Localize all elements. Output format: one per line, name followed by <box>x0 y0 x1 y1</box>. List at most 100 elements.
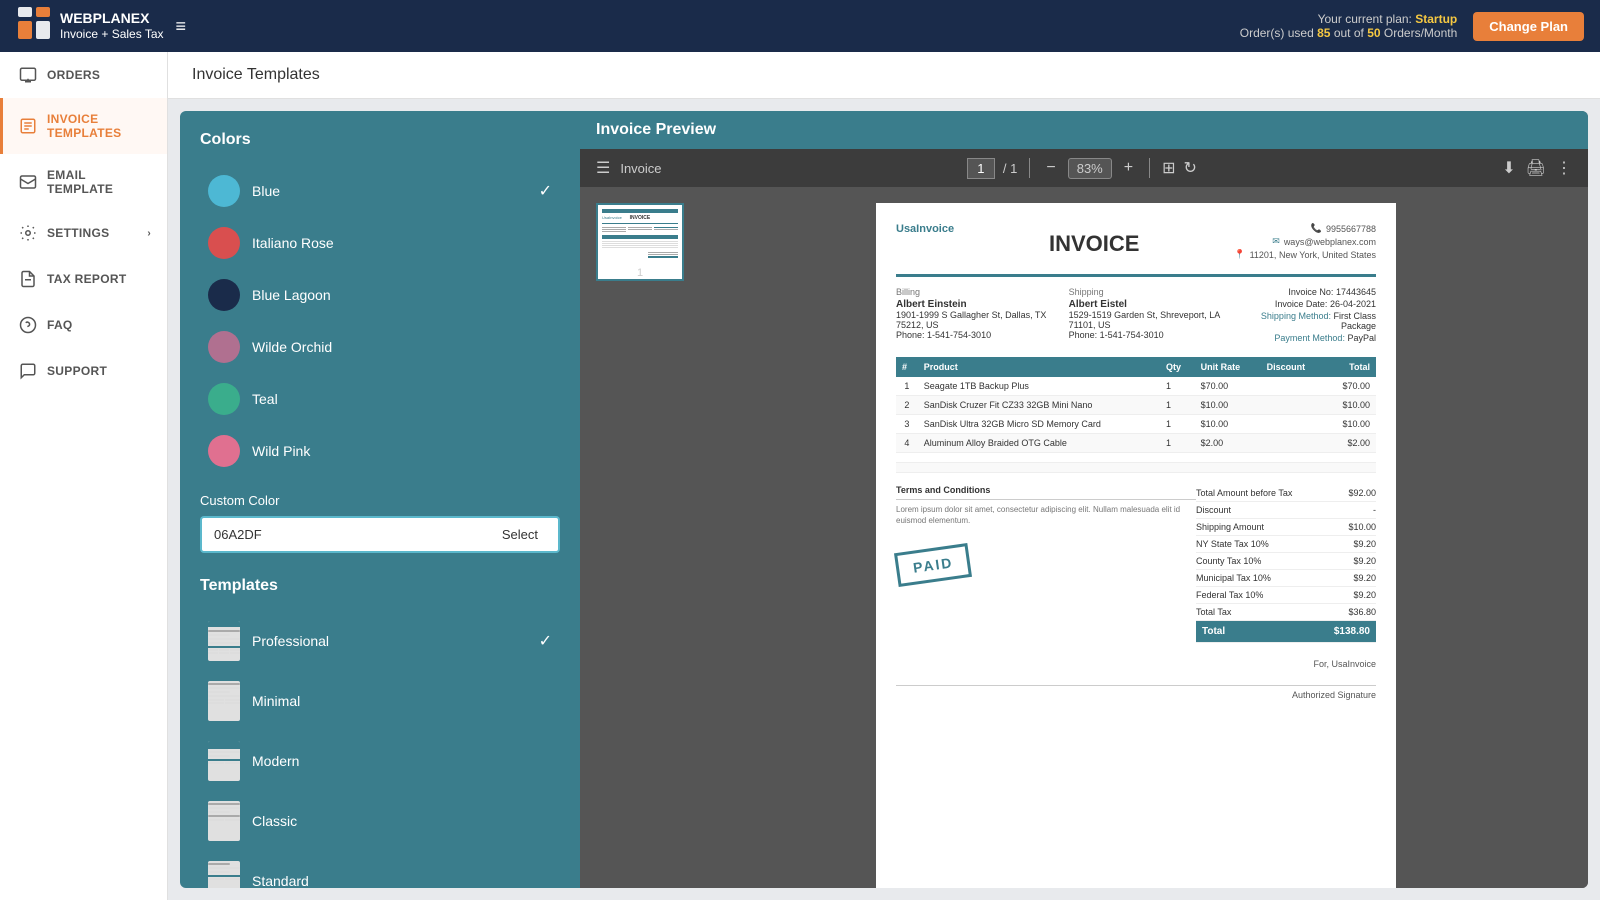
sidebar-item-invoice-templates[interactable]: INVOICE TEMPLATES <box>0 98 167 154</box>
cell-product-4: Aluminum Alloy Braided OTG Cable <box>918 434 1160 453</box>
inner-content: Colors Blue ✓ Italiano Rose Blue Lagoon <box>168 99 1600 900</box>
custom-color-input-row: Select <box>200 516 560 553</box>
template-item-modern[interactable]: Modern <box>200 731 560 791</box>
custom-color-label: Custom Color <box>200 493 560 508</box>
template-thumb-professional <box>208 621 240 661</box>
template-item-minimal[interactable]: Minimal <box>200 671 560 731</box>
invoice-page: UsaInvoice INVOICE 📞 9955667788 ✉ <box>876 203 1396 888</box>
total-row-county: County Tax 10%$9.20 <box>1196 553 1376 570</box>
color-label-wild-pink: Wild Pink <box>252 443 552 459</box>
preview-title: Invoice Preview <box>596 121 716 138</box>
sidebar-item-tax-report[interactable]: TAX REPORT <box>0 256 167 302</box>
sidebar-item-tax-report-label: TAX REPORT <box>47 272 126 286</box>
orders-info: Order(s) used 85 out of 50 Orders/Month <box>1240 26 1458 40</box>
settings-arrow-icon: › <box>147 228 151 239</box>
inv-billing: Billing Albert Einstein 1901-1999 S Gall… <box>896 287 1376 345</box>
inv-contact: 📞 9955667788 ✉ ways@webplanex.com 📍 <box>1234 223 1376 262</box>
preview-header: Invoice Preview <box>580 111 1588 149</box>
billing-label: Billing <box>896 287 1069 297</box>
pdf-zoom: 83% <box>1068 158 1112 179</box>
template-thumb-modern <box>208 741 240 781</box>
sidebar-item-settings[interactable]: SETTINGS › <box>0 210 167 256</box>
template-thumb-standard <box>208 861 240 888</box>
zoom-out-button[interactable]: − <box>1042 157 1059 179</box>
content: Invoice Templates Colors Blue ✓ Italiano… <box>168 52 1600 900</box>
print-icon[interactable]: 🖨 <box>1526 158 1546 178</box>
inv-no-row: Invoice No: 17443645 <box>1241 287 1376 297</box>
zoom-in-button[interactable]: + <box>1120 157 1137 179</box>
color-label-wilde-orchid: Wilde Orchid <box>252 339 552 355</box>
sidebar-item-faq[interactable]: FAQ <box>0 302 167 348</box>
color-swatch-blue <box>208 175 240 207</box>
template-item-professional[interactable]: Professional ✓ <box>200 611 560 671</box>
shipping-name: Albert Eistel <box>1069 299 1242 310</box>
sidebar-item-orders[interactable]: ORDERS <box>0 52 167 98</box>
sidebar-item-settings-label: SETTINGS <box>47 226 109 240</box>
table-row-empty <box>896 453 1376 463</box>
hamburger-icon[interactable]: ≡ <box>176 16 187 37</box>
main-layout: ORDERS INVOICE TEMPLATES EMAIL TEMPLATE … <box>0 52 1600 900</box>
color-swatch-wilde-orchid <box>208 331 240 363</box>
select-color-button[interactable]: Select <box>482 516 560 553</box>
template-label-classic: Classic <box>252 813 552 829</box>
color-item-wild-pink[interactable]: Wild Pink <box>200 425 560 477</box>
cell-total-1: $70.00 <box>1325 377 1376 396</box>
table-row-empty2 <box>896 463 1376 473</box>
pdf-page-separator: / 1 <box>1003 161 1017 176</box>
sidebar-item-invoice-templates-label: INVOICE TEMPLATES <box>47 112 151 140</box>
header-right: Your current plan: Startup Order(s) used… <box>1240 12 1584 41</box>
cell-product-2: SanDisk Cruzer Fit CZ33 32GB Mini Nano <box>918 396 1160 415</box>
color-item-blue[interactable]: Blue ✓ <box>200 165 560 217</box>
logo-text: WEBPLANEX Invoice + Sales Tax <box>60 9 164 43</box>
logo: WEBPLANEX Invoice + Sales Tax <box>16 5 164 47</box>
pdf-page-input[interactable] <box>967 158 995 179</box>
template-thumb-minimal <box>208 681 240 721</box>
sidebar: ORDERS INVOICE TEMPLATES EMAIL TEMPLATE … <box>0 52 168 900</box>
color-item-teal[interactable]: Teal <box>200 373 560 425</box>
table-row: 3 SanDisk Ultra 32GB Micro SD Memory Car… <box>896 415 1376 434</box>
cell-discount-4 <box>1261 434 1326 453</box>
inv-phone: 📞 9955667788 <box>1234 223 1376 234</box>
shipping-address: 1529-1519 Garden St, Shreveport, LA 7110… <box>1069 310 1242 330</box>
custom-color-input[interactable] <box>200 516 482 553</box>
fit-page-icon[interactable]: ⊞ <box>1162 158 1175 178</box>
color-swatch-blue-lagoon <box>208 279 240 311</box>
page-header: Invoice Templates <box>168 52 1600 99</box>
inv-date-row: Invoice Date: 26-04-2021 <box>1241 299 1376 309</box>
billing-address: 1901-1999 S Gallagher St, Dallas, TX 752… <box>896 310 1069 330</box>
menu-icon[interactable]: ☰ <box>596 158 610 178</box>
sidebar-item-support[interactable]: SUPPORT <box>0 348 167 394</box>
sidebar-item-email-template[interactable]: EMAIL TEMPLATE <box>0 154 167 210</box>
pdf-thumbnail-1[interactable]: UsaInvoice INVOICE <box>596 203 684 281</box>
total-row-tax: Total Tax$36.80 <box>1196 604 1376 621</box>
total-row-shipping: Shipping Amount$10.00 <box>1196 519 1376 536</box>
separator2 <box>1149 158 1150 178</box>
sidebar-item-faq-label: FAQ <box>47 318 73 332</box>
inv-th-unit-rate: Unit Rate <box>1195 357 1261 377</box>
email-icon: ✉ <box>1272 236 1280 247</box>
cell-qty-4: 1 <box>1160 434 1195 453</box>
cell-total-2: $10.00 <box>1325 396 1376 415</box>
total-row-final: Total$138.80 <box>1196 621 1376 643</box>
rotate-icon[interactable]: ↻ <box>1184 158 1197 178</box>
inv-th-total: Total <box>1325 357 1376 377</box>
cell-rate-4: $2.00 <box>1195 434 1261 453</box>
template-label-professional: Professional <box>252 633 527 649</box>
change-plan-button[interactable]: Change Plan <box>1473 12 1584 41</box>
download-icon[interactable]: ⬇ <box>1502 158 1515 178</box>
pdf-toolbar-left: ☰ Invoice <box>596 158 662 178</box>
cell-qty-3: 1 <box>1160 415 1195 434</box>
color-check-blue: ✓ <box>539 181 552 201</box>
color-item-blue-lagoon[interactable]: Blue Lagoon <box>200 269 560 321</box>
inv-logo: UsaInvoice <box>896 223 954 235</box>
inv-footer-left: Terms and Conditions Lorem ipsum dolor s… <box>896 485 1196 582</box>
sidebar-item-orders-label: ORDERS <box>47 68 100 82</box>
template-item-standard[interactable]: Standard <box>200 851 560 888</box>
color-item-wilde-orchid[interactable]: Wilde Orchid <box>200 321 560 373</box>
color-item-italiano-rose[interactable]: Italiano Rose <box>200 217 560 269</box>
sidebar-item-support-label: SUPPORT <box>47 364 107 378</box>
templates-section-title: Templates <box>200 577 560 595</box>
pdf-label: Invoice <box>620 161 661 176</box>
more-icon[interactable]: ⋮ <box>1556 158 1572 178</box>
template-item-classic[interactable]: Classic <box>200 791 560 851</box>
